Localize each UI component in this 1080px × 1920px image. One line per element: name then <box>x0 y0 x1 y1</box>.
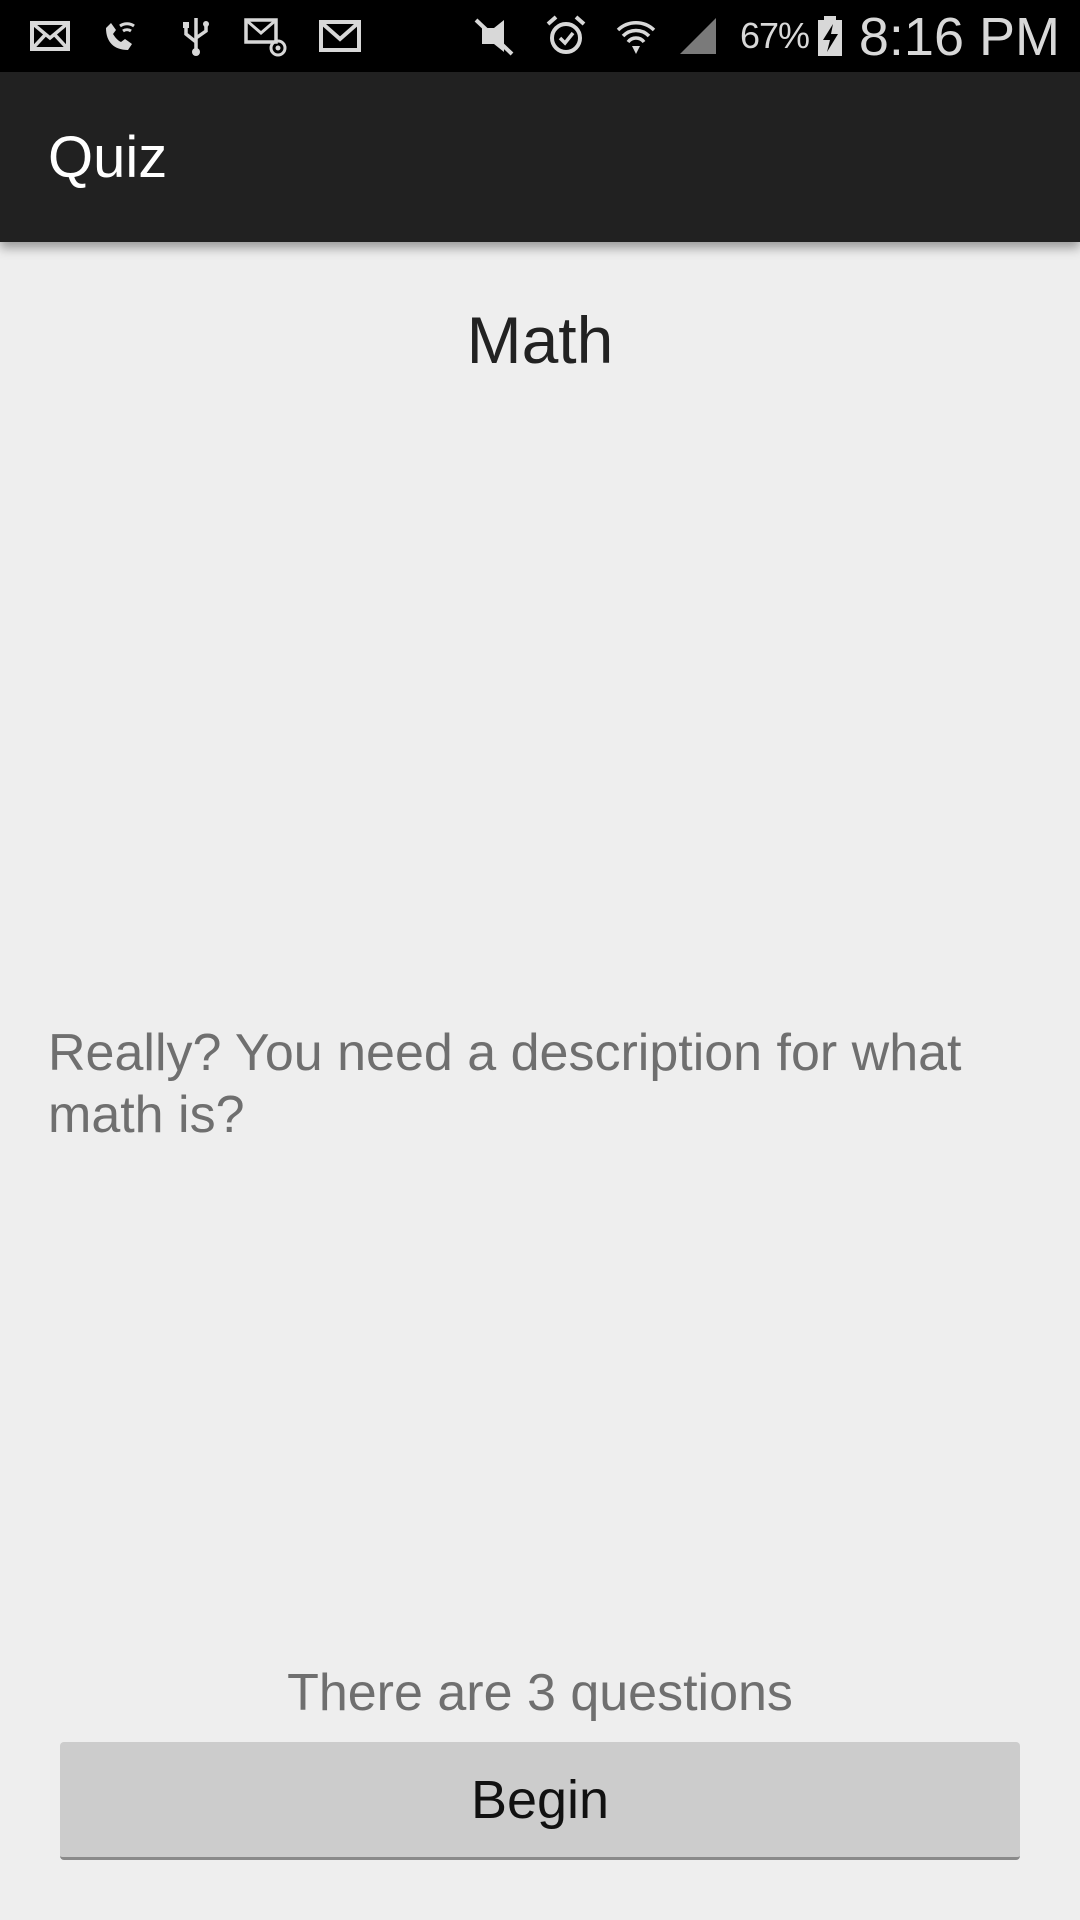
battery-charging-icon <box>812 14 852 58</box>
question-count: There are 3 questions <box>287 1664 793 1722</box>
cell-signal-icon <box>676 14 720 58</box>
alarm-icon <box>544 14 588 58</box>
email-icon <box>28 14 72 58</box>
quiz-title: Math <box>466 303 614 377</box>
quiz-content: Math Really? You need a description for … <box>0 242 1080 1920</box>
clock: 8:16 PM <box>858 7 1060 67</box>
vibrate-off-icon <box>472 14 516 58</box>
battery-percent: 67% <box>740 15 810 56</box>
wifi-calling-icon <box>98 14 142 58</box>
action-bar: Quiz <box>0 72 1080 242</box>
quiz-description: Really? You need a description for what … <box>48 1024 962 1144</box>
wifi-icon <box>614 14 658 58</box>
begin-button[interactable]: Begin <box>60 1742 1020 1860</box>
email-at-icon <box>244 14 288 58</box>
status-bar: 67% 8:16 PM <box>0 0 1080 72</box>
app-title: Quiz <box>48 125 168 190</box>
usb-icon <box>174 14 218 58</box>
gmail-icon <box>318 14 362 58</box>
